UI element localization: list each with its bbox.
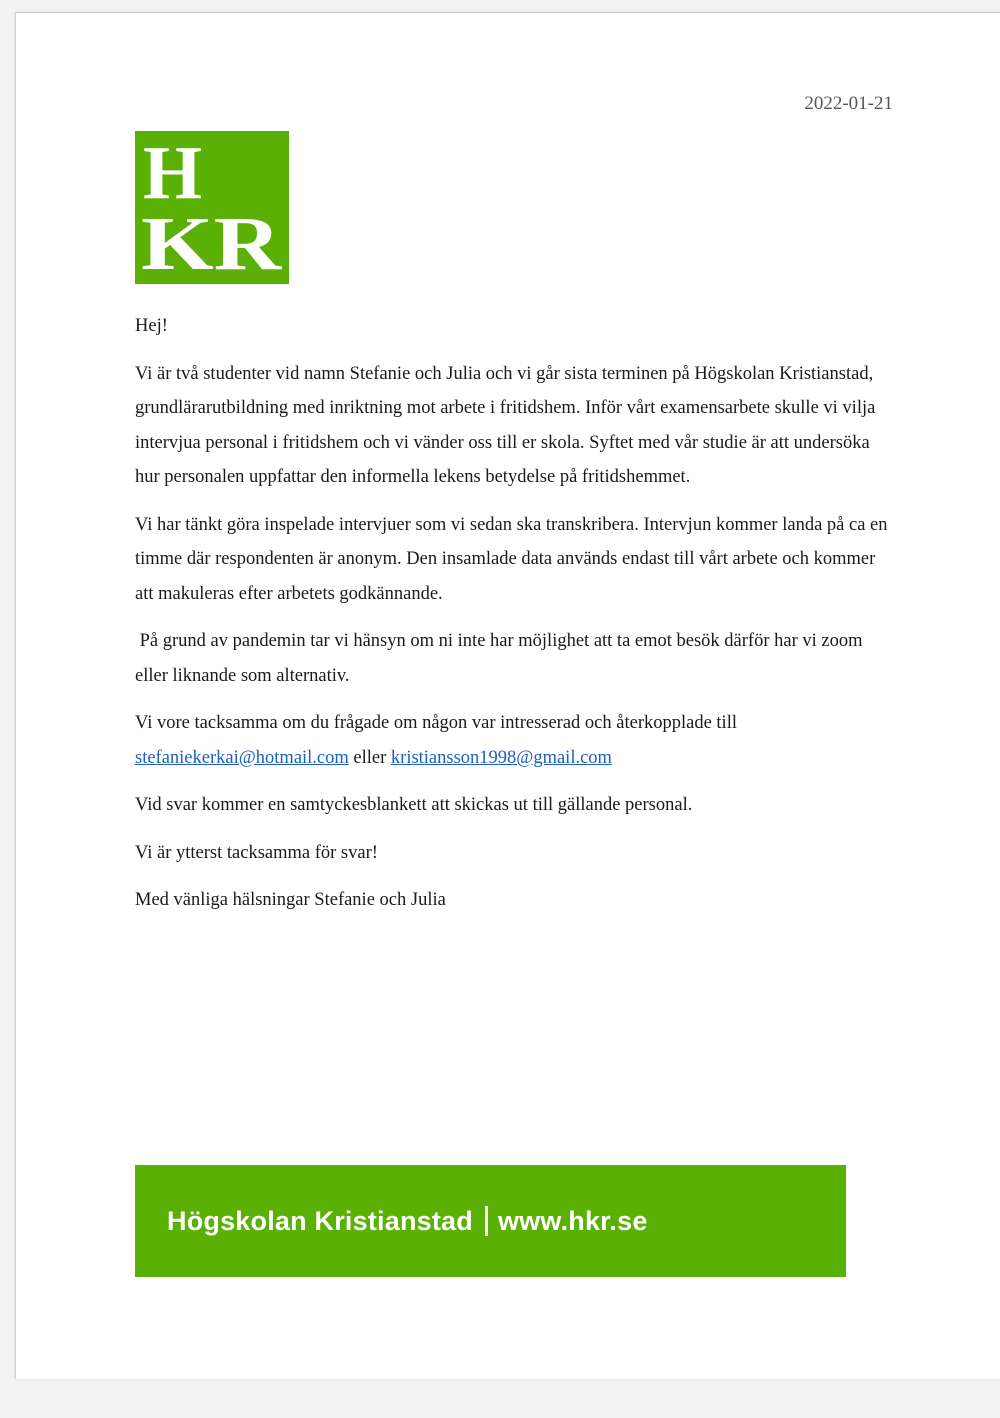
hkr-logo: H KR bbox=[135, 131, 289, 284]
contact-connector: eller bbox=[353, 747, 391, 768]
paragraph-interviews: Vi har tänkt göra inspelade intervjuer s… bbox=[135, 514, 888, 604]
paragraph-consent: Vid svar kommer en samtyckesblankett att… bbox=[135, 795, 693, 815]
email-link-stefanie[interactable]: stefaniekerkai@hotmail.com bbox=[135, 748, 349, 768]
paragraph-intro: Vi är två studenter vid namn Stefanie oc… bbox=[135, 363, 876, 488]
hkr-logo-mark: H KR bbox=[141, 131, 282, 284]
paragraph-contact: Vi vore tacksamma om du frågade om någon… bbox=[135, 706, 895, 775]
letter-date: 2022-01-21 bbox=[804, 93, 893, 114]
footer-org-name: Högskolan Kristianstad bbox=[167, 1205, 473, 1236]
paragraph-pandemic: På grund av pandemin tar vi hänsyn om ni… bbox=[135, 631, 868, 686]
email-link-kristiansson[interactable]: kristiansson1998@gmail.com bbox=[391, 748, 612, 768]
document-viewport: 2022-01-21 H KR Hej! Vi är två studenter… bbox=[0, 0, 1000, 1418]
paragraph-thanks: Vi är ytterst tacksamma för svar! bbox=[135, 842, 378, 863]
footer-website: www.hkr.se bbox=[497, 1205, 648, 1236]
contact-text: Vi vore tacksamma om du frågade om någon… bbox=[135, 713, 737, 733]
greeting: Hej! bbox=[135, 316, 168, 336]
footer-banner: Högskolan Kristianstad www.hkr.se bbox=[135, 1165, 846, 1277]
closing-signature: Med vänliga hälsningar Stefanie och Juli… bbox=[135, 890, 446, 910]
footer-separator bbox=[484, 1206, 488, 1236]
letter-body: Hej! Vi är två studenter vid namn Stefan… bbox=[135, 309, 895, 931]
logo-line-2: KR bbox=[141, 202, 282, 284]
letter-page: 2022-01-21 H KR Hej! Vi är två studenter… bbox=[15, 12, 1000, 1379]
